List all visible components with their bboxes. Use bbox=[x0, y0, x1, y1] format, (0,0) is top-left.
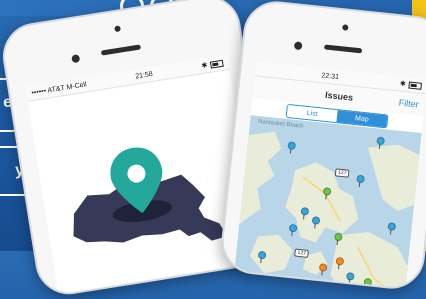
battery-icon bbox=[209, 59, 224, 69]
map-land bbox=[239, 131, 420, 292]
road-tag: 127 bbox=[294, 248, 310, 258]
camera-dot-icon bbox=[114, 25, 121, 33]
front-camera-icon bbox=[71, 54, 81, 64]
nav-title: Issues bbox=[324, 89, 354, 103]
battery-icon bbox=[408, 80, 423, 90]
speaker-grille bbox=[100, 44, 142, 56]
front-camera-icon bbox=[293, 41, 303, 51]
status-icons: ✱ bbox=[399, 80, 423, 90]
road-tag: 127 bbox=[334, 168, 350, 178]
filter-button[interactable]: Filter bbox=[398, 98, 419, 110]
bluetooth-icon: ✱ bbox=[399, 80, 407, 89]
status-icons: ✱ bbox=[201, 59, 224, 70]
phone-screen: •••••• AT&T M-Cell 21:58 ✱ bbox=[25, 54, 262, 299]
issue-pin-icon[interactable] bbox=[363, 277, 373, 287]
camera-dot-icon bbox=[342, 24, 349, 31]
speaker-grille bbox=[323, 44, 363, 54]
issues-map[interactable]: Nantasket Beach 127 127 bbox=[233, 115, 422, 292]
phone-screen: 22:31 ✱ Issues Filter List Map Nantasket… bbox=[233, 61, 426, 292]
bluetooth-icon: ✱ bbox=[201, 62, 208, 71]
phone-mockup-right: 22:31 ✱ Issues Filter List Map Nantasket… bbox=[218, 0, 426, 292]
